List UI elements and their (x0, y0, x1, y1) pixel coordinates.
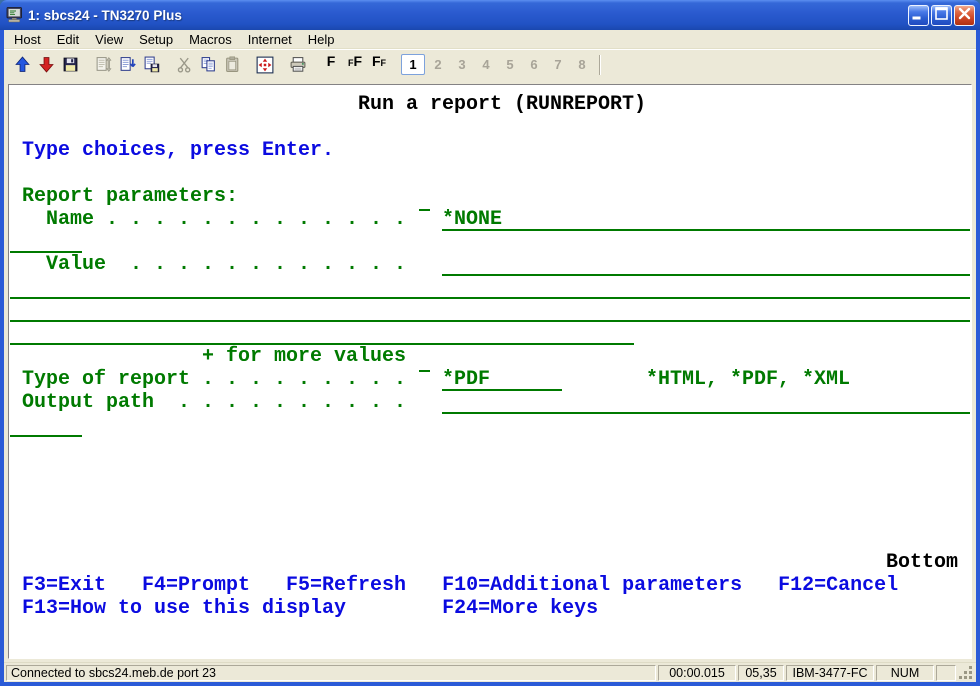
font-increase-button[interactable]: FF (343, 53, 367, 76)
paste-button[interactable] (220, 53, 244, 76)
session-5-button[interactable]: 5 (499, 54, 521, 75)
menu-item-internet[interactable]: Internet (240, 30, 300, 48)
copy-button[interactable] (196, 53, 220, 76)
font-decrease-button[interactable]: FF (367, 53, 391, 76)
terminal-field-report-name[interactable]: *NONE (442, 208, 970, 231)
status-spacer (936, 665, 956, 681)
terminal-text: Report parameters: (22, 185, 238, 208)
session-3-button[interactable]: 3 (451, 54, 473, 75)
save-button[interactable] (58, 53, 82, 76)
cursor-mark (419, 209, 430, 211)
terminal-text: Name (46, 208, 94, 231)
font-button[interactable]: F (319, 53, 343, 76)
terminal-text: F3=Exit F4=Prompt F5=Refresh F10=Additio… (22, 574, 898, 597)
terminal-field-report-name-continuation[interactable] (10, 230, 82, 253)
print-button[interactable] (286, 53, 310, 76)
terminal-text: + for more values (202, 345, 406, 368)
terminal-field-value[interactable] (442, 253, 970, 276)
terminal-text: Type choices, press Enter. (22, 139, 334, 162)
toolbar-separator (599, 55, 601, 75)
minimize-button[interactable] (908, 5, 929, 26)
terminal-text: . . . . . . . . . . (178, 391, 406, 414)
terminal-text: Run a report (RUNREPORT) (358, 93, 646, 116)
up-arrow-icon (14, 56, 31, 73)
cursor-mark (419, 370, 430, 372)
terminal-text: Output path (22, 391, 154, 414)
terminal-screen[interactable]: Run a report (RUNREPORT) Type choices, pr… (8, 84, 972, 659)
status-bar: Connected to sbcs24.meb.de port 23 00:00… (4, 662, 976, 682)
down-arrow-icon (38, 56, 55, 73)
center-arrows-icon (256, 56, 274, 74)
session-4-button[interactable]: 4 (475, 54, 497, 75)
file-transfer-icon (95, 56, 112, 73)
terminal-field-report-type[interactable]: *PDF (442, 368, 562, 391)
connect-button[interactable] (10, 53, 34, 76)
client-area: HostEditViewSetupMacrosInternetHelp FFFF… (4, 30, 976, 682)
menu-bar: HostEditViewSetupMacrosInternetHelp (4, 30, 976, 49)
font-letter: F (353, 54, 362, 68)
terminal-text: F13=How to use this display F24=More key… (22, 597, 598, 620)
paste-icon (224, 56, 241, 73)
font-letter: F (381, 59, 387, 68)
status-keyboard-state: NUM (876, 665, 934, 681)
terminal-text: . . . . . . . . . . . . (130, 253, 406, 276)
session-1-button[interactable]: 1 (401, 54, 425, 75)
terminal-field-value-continuation[interactable] (10, 299, 970, 322)
session-6-button[interactable]: 6 (523, 54, 545, 75)
terminal-field-value-continuation[interactable] (10, 322, 634, 345)
minimize-icon (908, 3, 929, 27)
status-message: Connected to sbcs24.meb.de port 23 (6, 665, 656, 681)
terminal-text: . . . . . . . . . . . . . (106, 208, 406, 231)
application-window: 1: sbcs24 - TN3270 Plus HostEditViewSetu… (0, 0, 980, 686)
menu-item-macros[interactable]: Macros (181, 30, 240, 48)
terminal-text: Value (46, 253, 106, 276)
terminal-text: Type of report (22, 368, 190, 391)
menu-item-host[interactable]: Host (6, 30, 49, 48)
disconnect-button[interactable] (34, 53, 58, 76)
file-receive-button[interactable] (115, 53, 139, 76)
font-letter: F (327, 54, 336, 68)
status-cursor-position: 05,35 (738, 665, 784, 681)
font-letter: F (372, 54, 381, 68)
resize-grip[interactable] (958, 665, 974, 681)
scissors-icon (176, 56, 193, 73)
terminal-field-value-continuation[interactable] (10, 276, 970, 299)
maximize-button[interactable] (931, 5, 952, 26)
save-screen-button[interactable] (139, 53, 163, 76)
menu-item-view[interactable]: View (87, 30, 131, 48)
cut-button[interactable] (172, 53, 196, 76)
menu-item-setup[interactable]: Setup (131, 30, 181, 48)
toolbar: FFFFF12345678 (4, 49, 976, 79)
application-icon (6, 7, 24, 24)
title-bar[interactable]: 1: sbcs24 - TN3270 Plus (0, 0, 980, 30)
menu-item-help[interactable]: Help (300, 30, 343, 48)
file-receive-icon (119, 56, 136, 73)
window-title: 1: sbcs24 - TN3270 Plus (28, 8, 908, 23)
status-timer: 00:00.015 (658, 665, 736, 681)
status-terminal-type: IBM-3477-FC (786, 665, 874, 681)
terminal-text: Bottom (886, 551, 958, 574)
fit-screen-button[interactable] (253, 53, 277, 76)
copy-icon (200, 56, 217, 73)
maximize-icon (931, 3, 952, 27)
terminal-field-output-path[interactable] (442, 391, 970, 414)
window-controls (908, 5, 975, 26)
session-7-button[interactable]: 7 (547, 54, 569, 75)
terminal-text: *HTML, *PDF, *XML (646, 368, 850, 391)
menu-item-edit[interactable]: Edit (49, 30, 87, 48)
save-icon (62, 56, 79, 73)
printer-icon (289, 56, 307, 73)
close-button[interactable] (954, 5, 975, 26)
session-2-button[interactable]: 2 (427, 54, 449, 75)
terminal-field-output-path-continuation[interactable] (10, 414, 82, 437)
file-transfer-button[interactable] (91, 53, 115, 76)
terminal-frame: Run a report (RUNREPORT) Type choices, pr… (4, 79, 976, 662)
terminal-text: . . . . . . . . . (202, 368, 406, 391)
session-8-button[interactable]: 8 (571, 54, 593, 75)
save-screen-icon (143, 56, 160, 73)
close-icon (954, 3, 975, 27)
